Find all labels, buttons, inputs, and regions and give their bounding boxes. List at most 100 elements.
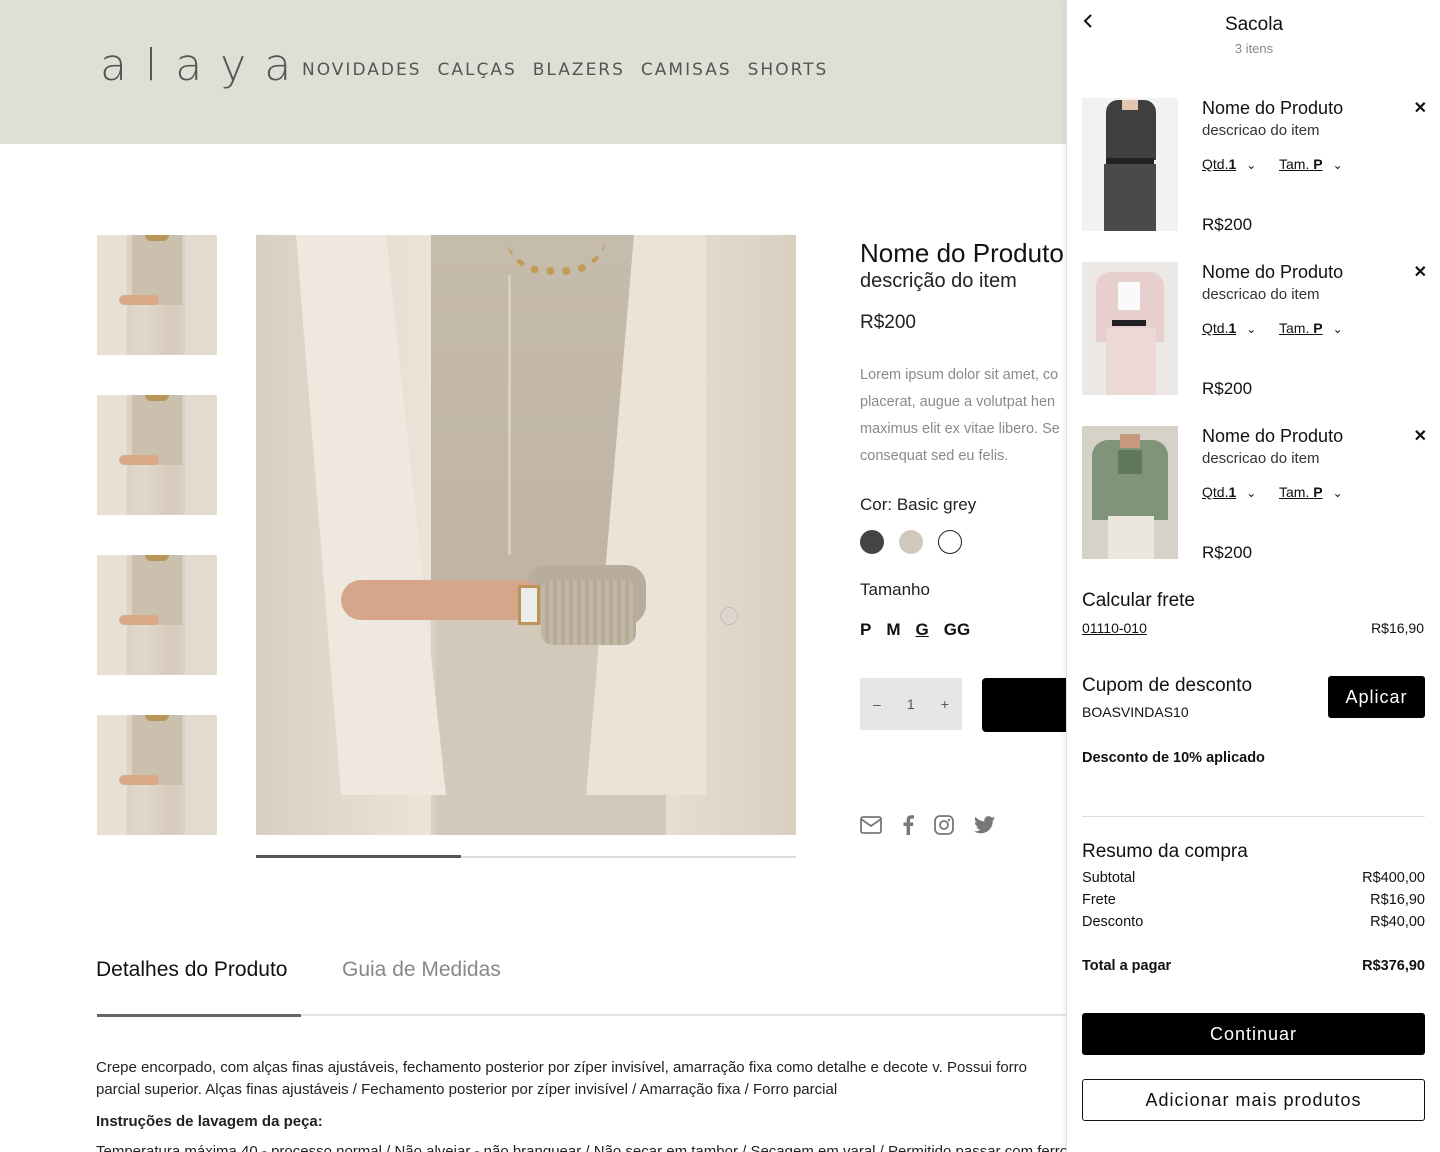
qty-label: Qtd. [1202, 320, 1229, 336]
nav-item-camisas[interactable]: CAMISAS [641, 60, 732, 80]
bag-item-size-select[interactable]: Tam. P ⌄ [1279, 320, 1343, 336]
instagram-icon[interactable] [934, 815, 954, 835]
bag-item-qty-select[interactable]: Qtd.1 ⌄ [1202, 156, 1256, 172]
size-value: P [1313, 484, 1323, 500]
size-label: Tam. [1279, 320, 1310, 336]
product-title: Nome do Produto [860, 238, 1064, 268]
summary-row-shipping: Frete R$16,90 [1082, 892, 1425, 908]
continue-button[interactable]: Continuar [1082, 1013, 1425, 1055]
bag-item-image[interactable] [1082, 426, 1178, 559]
qty-value: 1 [1228, 156, 1237, 172]
description-line: Lorem ipsum dolor sit amet, co [860, 367, 1059, 383]
qty-label: Qtd. [1202, 484, 1229, 500]
bag-item-image[interactable] [1082, 262, 1178, 395]
color-swatch-white[interactable] [938, 530, 962, 554]
bag-item-name: Nome do Produto [1202, 98, 1344, 118]
bag-item-description: descricao do item [1202, 450, 1320, 467]
tab-size-guide[interactable]: Guia de Medidas [342, 958, 501, 982]
shopping-bag-drawer: Sacola 3 itens Nome do Produto descricao… [1066, 0, 1440, 1152]
product-thumbnail[interactable] [97, 715, 217, 835]
size-value: P [1313, 320, 1323, 336]
bag-item-count: 3 itens [1234, 41, 1274, 56]
color-swatch-dark[interactable] [860, 530, 884, 554]
bag-item: Nome do Produto descricao do item Qtd.1 ⌄… [1082, 98, 1427, 234]
coupon-code[interactable]: BOASVINDAS10 [1082, 704, 1189, 720]
size-option-m[interactable]: M [886, 620, 900, 640]
total-label: Total a pagar [1082, 958, 1172, 974]
size-label: Tam. [1279, 156, 1310, 172]
bag-item-name: Nome do Produto [1202, 426, 1344, 446]
product-description: descrição do item [860, 270, 1017, 292]
chevron-down-icon: ⌄ [1332, 322, 1343, 336]
brand-logo[interactable]: alaya [100, 40, 309, 91]
coupon-applied-message: Desconto de 10% aplicado [1082, 750, 1265, 766]
qty-value[interactable]: 1 [907, 696, 915, 712]
product-main-image [256, 235, 796, 835]
qty-label: Qtd. [1202, 156, 1229, 172]
add-more-products-button[interactable]: Adicionar mais produtos [1082, 1079, 1425, 1121]
bag-item-image[interactable] [1082, 98, 1178, 231]
close-icon[interactable]: ✕ [1414, 262, 1427, 282]
summary-title: Resumo da compra [1082, 841, 1248, 862]
product-thumbnail[interactable] [97, 235, 217, 355]
summary-row-total: Total a pagar R$376,90 [1082, 958, 1425, 974]
product-long-description: Lorem ipsum dolor sit amet, co placerat,… [860, 362, 1080, 470]
size-option-g[interactable]: G [916, 620, 929, 640]
apply-coupon-button[interactable]: Aplicar [1328, 676, 1425, 718]
description-line: placerat, augue a volutpat hen [860, 394, 1056, 410]
chevron-down-icon: ⌄ [1332, 158, 1343, 172]
discount-value: R$40,00 [1370, 914, 1425, 930]
bag-item-price: R$200 [1202, 379, 1253, 398]
share-icons [860, 815, 996, 835]
product-thumbnail[interactable] [97, 395, 217, 515]
close-icon[interactable]: ✕ [1414, 426, 1427, 446]
main-nav: NOVIDADES CALÇAS BLAZERS CAMISAS SHORTS [302, 60, 828, 80]
subtotal-label: Subtotal [1082, 870, 1136, 886]
bag-item-size-select[interactable]: Tam. P ⌄ [1279, 156, 1343, 172]
color-swatch-beige[interactable] [899, 530, 923, 554]
nav-item-blazers[interactable]: BLAZERS [533, 60, 625, 80]
bag-item-size-select[interactable]: Tam. P ⌄ [1279, 484, 1343, 500]
bag-item-name: Nome do Produto [1202, 262, 1344, 282]
color-label: Cor: Basic grey [860, 495, 977, 514]
shipping-title: Calcular frete [1082, 590, 1195, 611]
nav-item-shorts[interactable]: SHORTS [748, 60, 829, 80]
shipping-cep-link[interactable]: 01110-010 [1082, 620, 1147, 636]
description-line: maximus elit ex vitae libero. Se [860, 421, 1060, 437]
qty-decrease-button[interactable]: – [873, 696, 881, 712]
tab-product-details[interactable]: Detalhes do Produto [96, 958, 287, 982]
twitter-icon[interactable] [974, 816, 996, 834]
bag-item-qty-select[interactable]: Qtd.1 ⌄ [1202, 484, 1256, 500]
product-thumbnail[interactable] [97, 555, 217, 675]
bag-item-price: R$200 [1202, 543, 1253, 562]
description-line: consequat sed eu felis. [860, 448, 1009, 464]
bag-item-qty-select[interactable]: Qtd.1 ⌄ [1202, 320, 1256, 336]
product-details-text: Crepe encorpado, com alças finas ajustáv… [96, 1057, 1071, 1152]
facebook-icon[interactable] [902, 815, 914, 835]
size-value: P [1313, 156, 1323, 172]
gallery-progress-bar[interactable] [256, 855, 796, 858]
quantity-stepper: – 1 + [860, 678, 962, 730]
discount-label: Desconto [1082, 914, 1144, 930]
product-price: R$200 [860, 312, 916, 333]
chevron-down-icon: ⌄ [1332, 486, 1343, 500]
qty-value: 1 [1228, 320, 1237, 336]
nav-item-calcas[interactable]: CALÇAS [438, 60, 517, 80]
size-option-gg[interactable]: GG [944, 620, 970, 640]
qty-increase-button[interactable]: + [941, 696, 949, 712]
mail-icon[interactable] [860, 816, 882, 834]
gallery-progress-fill [256, 855, 462, 858]
close-icon[interactable]: ✕ [1414, 98, 1427, 118]
shipping-label: Frete [1082, 892, 1116, 908]
coupon-title: Cupom de desconto [1082, 675, 1253, 696]
bag-title: Sacola [1224, 14, 1284, 35]
nav-item-novidades[interactable]: NOVIDADES [302, 60, 422, 80]
size-option-p[interactable]: P [860, 620, 871, 640]
chevron-down-icon: ⌄ [1246, 158, 1257, 172]
shipping-total-value: R$16,90 [1370, 892, 1425, 908]
size-label: Tam. [1279, 484, 1310, 500]
back-arrow-icon[interactable] [1083, 14, 1093, 33]
bag-item: Nome do Produto descricao do item Qtd.1 ⌄… [1082, 426, 1427, 562]
wash-instructions-title: Instruções de lavagem da peça: [96, 1113, 323, 1130]
qty-value: 1 [1228, 484, 1237, 500]
